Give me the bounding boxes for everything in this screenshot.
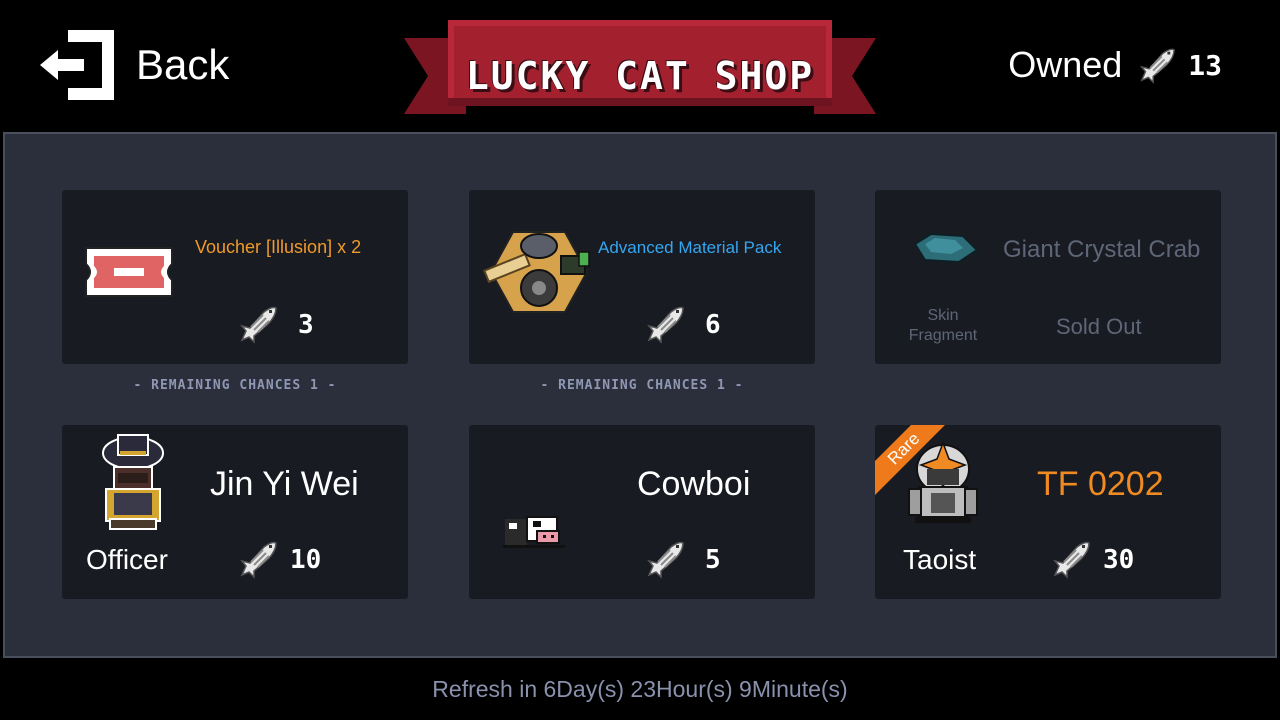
- item-title: Cowboi: [637, 465, 751, 503]
- item-sub-label: Taoist: [903, 544, 977, 575]
- item-sub-label: Skin Fragment: [908, 307, 978, 344]
- officer-character-icon: [102, 434, 164, 530]
- material-pack-icon: [483, 231, 590, 313]
- item-price: 10: [290, 545, 322, 575]
- shop-panel: Voucher [Illusion] x 2 3 - REMAINING CHA…: [3, 132, 1277, 658]
- remaining-chances: - REMAINING CHANCES 1 -: [540, 378, 744, 393]
- remaining-chances: - REMAINING CHANCES 1 -: [133, 378, 337, 393]
- owned-count: 13: [1188, 48, 1222, 82]
- item-price: 30: [1103, 545, 1135, 575]
- fish-currency-icon: [1136, 45, 1176, 85]
- refresh-timer: Refresh in 6Day(s) 23Hour(s) 9Minute(s): [432, 676, 848, 702]
- owned-label: Owned: [1008, 44, 1123, 85]
- back-button[interactable]: Back: [38, 26, 229, 104]
- fish-currency-icon: [1049, 539, 1091, 579]
- shop-item-jin-yi-wei[interactable]: Jin Yi Wei Officer 10: [62, 425, 408, 599]
- crystal-crab-fragment-icon: [913, 232, 979, 264]
- taoist-skin-icon: [908, 440, 978, 523]
- shop-item-voucher[interactable]: Voucher [Illusion] x 2 3: [62, 190, 408, 364]
- fish-currency-icon: [643, 304, 685, 344]
- shop-item-material-pack[interactable]: Advanced Material Pack 6: [469, 190, 815, 364]
- item-sub-label: Officer: [86, 544, 168, 575]
- item-title: Voucher [Illusion] x 2: [195, 237, 362, 257]
- shop-item-tf-0202[interactable]: Rare TF 0202 Taoist 30: [875, 425, 1221, 599]
- shop-item-crystal-crab[interactable]: Giant Crystal Crab Skin Fragment Sold Ou…: [875, 190, 1221, 364]
- cow-pet-icon: [503, 516, 565, 548]
- shop-title: LUCKY CAT SHOP: [465, 54, 815, 98]
- fish-currency-icon: [236, 539, 278, 579]
- voucher-ticket-icon: [85, 247, 173, 297]
- item-price: 5: [705, 545, 721, 575]
- back-label: Back: [136, 41, 230, 88]
- item-price: 3: [298, 310, 314, 340]
- item-title: Jin Yi Wei: [210, 465, 359, 503]
- shop-item-cowboi[interactable]: Cowboi 5: [469, 425, 815, 599]
- owned-currency: Owned 13: [1008, 44, 1222, 86]
- item-title: Advanced Material Pack: [598, 238, 782, 257]
- exit-door-icon: [40, 30, 114, 100]
- sold-out-status: Sold Out: [1056, 314, 1142, 339]
- item-price: 6: [705, 310, 721, 340]
- item-title: Giant Crystal Crab: [1003, 236, 1201, 263]
- item-title: TF 0202: [1037, 465, 1164, 503]
- fish-currency-icon: [236, 304, 278, 344]
- shop-title-banner: LUCKY CAT SHOP: [404, 18, 876, 116]
- fish-currency-icon: [643, 539, 685, 579]
